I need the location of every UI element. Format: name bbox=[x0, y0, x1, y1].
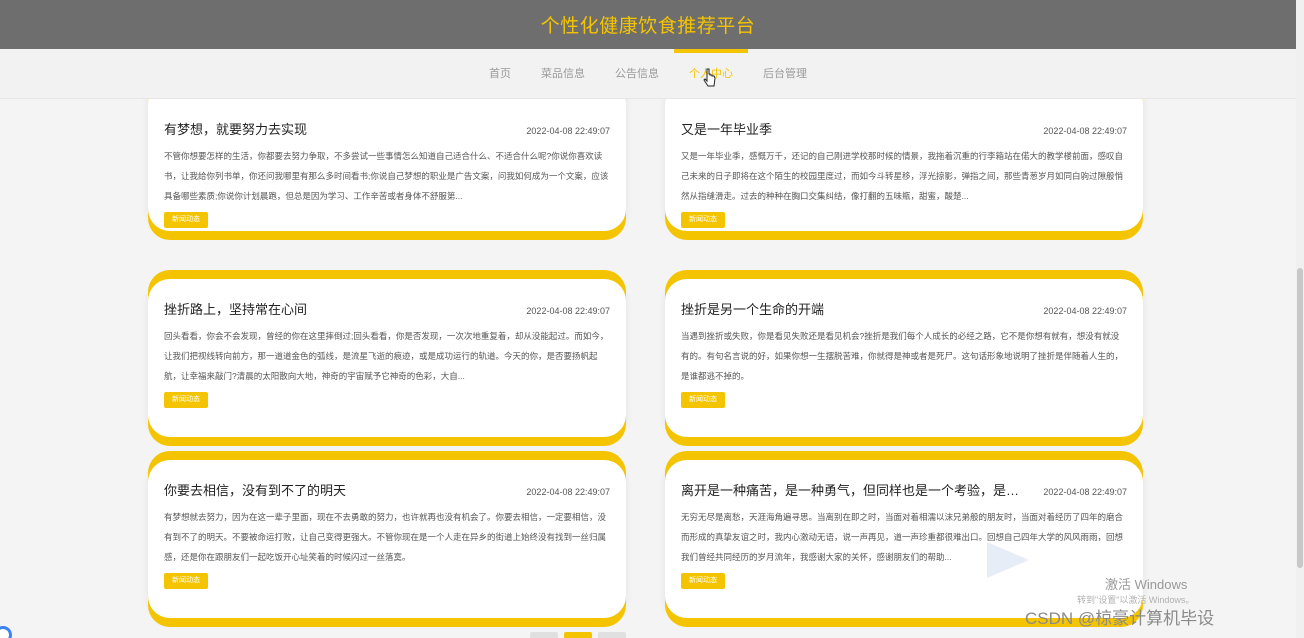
news-card-date: 2022-04-08 22:49:07 bbox=[1043, 487, 1127, 497]
news-card-tag[interactable]: 新闻动态 bbox=[164, 392, 208, 408]
windows-activation-watermark: 激活 Windows bbox=[1105, 577, 1188, 592]
news-card-tag[interactable]: 新闻动态 bbox=[681, 212, 725, 228]
pagination-prev[interactable] bbox=[530, 632, 558, 638]
pagination-next[interactable] bbox=[598, 632, 626, 638]
page-scrollbar[interactable] bbox=[1296, 0, 1304, 638]
news-card-title[interactable]: 离开是一种痛苦，是一种勇气，但同样也是一个考验，是一个新的开端 bbox=[681, 480, 1031, 499]
news-card-excerpt: 不管你想要怎样的生活，你都要去努力争取，不多尝试一些事情怎么知道自己适合什么、不… bbox=[164, 151, 609, 201]
news-card-tag[interactable]: 新闻动态 bbox=[681, 573, 725, 589]
csdn-watermark: CSDN @椋豪计算机毕设 bbox=[1025, 609, 1215, 628]
news-card-title[interactable]: 你要去相信，没有到不了的明天 bbox=[164, 480, 346, 499]
news-card-excerpt: 有梦想就去努力，因为在这一辈子里面，现在不去勇敢的努力，也许就再也没有机会了。你… bbox=[164, 512, 607, 562]
news-card-excerpt: 又是一年毕业季，感慨万千，还记的自己刚进学校那时候的情景，我拖着沉重的行李箱站在… bbox=[681, 151, 1124, 201]
news-card[interactable]: 挫折路上，坚持常在心间 2022-04-08 22:49:07 回头看看，你会不… bbox=[148, 279, 626, 437]
news-card-tag[interactable]: 新闻动态 bbox=[681, 392, 725, 408]
pagination-current-page[interactable] bbox=[564, 632, 592, 638]
news-card-excerpt: 无穷无尽是离愁，天涯海角遍寻思。当离别在即之时，当面对着相濡以沫兄弟般的朋友时，… bbox=[681, 512, 1124, 562]
news-card-date: 2022-04-08 22:49:07 bbox=[526, 126, 610, 136]
news-card-excerpt: 当遇到挫折或失败，你是看见失败还是看见机会?挫折是我们每个人成长的必经之路，它不… bbox=[681, 331, 1124, 381]
news-card[interactable]: 离开是一种痛苦，是一种勇气，但同样也是一个考验，是一个新的开端 2022-04-… bbox=[665, 460, 1143, 618]
nav-item-announcements[interactable]: 公告信息 bbox=[600, 49, 674, 99]
news-card[interactable]: 又是一年毕业季 2022-04-08 22:49:07 又是一年毕业季，感慨万千… bbox=[665, 99, 1143, 231]
news-card-title[interactable]: 有梦想，就要努力去实现 bbox=[164, 119, 307, 138]
news-card-date: 2022-04-08 22:49:07 bbox=[1043, 306, 1127, 316]
news-card[interactable]: 挫折是另一个生命的开端 2022-04-08 22:49:07 当遇到挫折或失败… bbox=[665, 279, 1143, 437]
site-header: 个性化健康饮食推荐平台 bbox=[0, 0, 1296, 49]
news-card-title[interactable]: 挫折路上，坚持常在心间 bbox=[164, 299, 307, 318]
site-title: 个性化健康饮食推荐平台 bbox=[540, 16, 756, 37]
scrollbar-thumb[interactable] bbox=[1297, 268, 1303, 568]
news-card-tag[interactable]: 新闻动态 bbox=[164, 573, 208, 589]
nav-item-home[interactable]: 首页 bbox=[474, 49, 526, 99]
play-icon bbox=[987, 542, 1029, 578]
news-card-title[interactable]: 又是一年毕业季 bbox=[681, 119, 772, 138]
news-card-excerpt: 回头看看，你会不会发现，曾经的你在这里摔倒过;回头看看，你是否发现，一次次地重复… bbox=[164, 331, 609, 381]
news-card-date: 2022-04-08 22:49:07 bbox=[526, 487, 610, 497]
news-card-tag[interactable]: 新闻动态 bbox=[164, 212, 208, 228]
pagination bbox=[530, 632, 626, 638]
news-card-title[interactable]: 挫折是另一个生命的开端 bbox=[681, 299, 824, 318]
news-card-date: 2022-04-08 22:49:07 bbox=[1043, 126, 1127, 136]
news-card[interactable]: 你要去相信，没有到不了的明天 2022-04-08 22:49:07 有梦想就去… bbox=[148, 460, 626, 618]
nav-item-admin[interactable]: 后台管理 bbox=[748, 49, 822, 99]
mouse-cursor-icon bbox=[703, 68, 716, 87]
main-nav: 首页 菜品信息 公告信息 个人中心 后台管理 bbox=[0, 48, 1296, 99]
news-card[interactable]: 有梦想，就要努力去实现 2022-04-08 22:49:07 不管你想要怎样的… bbox=[148, 99, 626, 231]
news-card-date: 2022-04-08 22:49:07 bbox=[526, 306, 610, 316]
news-list: 有梦想，就要努力去实现 2022-04-08 22:49:07 不管你想要怎样的… bbox=[0, 99, 1296, 638]
nav-item-dishes[interactable]: 菜品信息 bbox=[526, 49, 600, 99]
